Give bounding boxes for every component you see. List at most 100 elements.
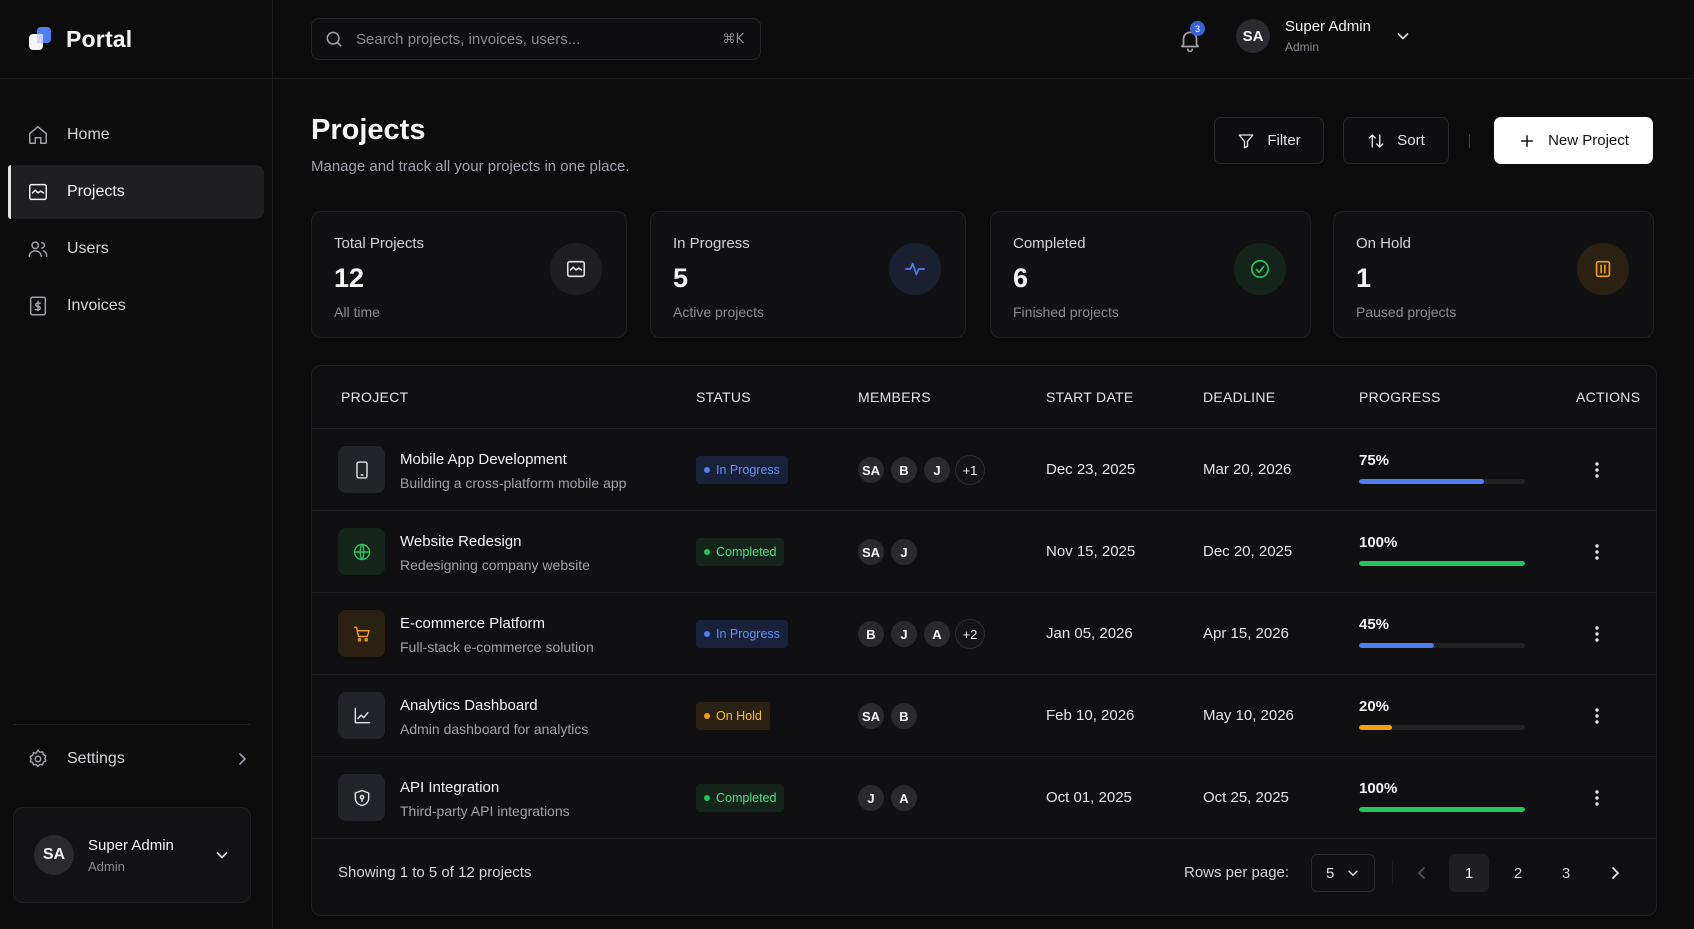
status-badge: In Progress [696, 620, 788, 648]
more-vertical-icon[interactable] [1587, 788, 1607, 808]
users-icon [28, 241, 48, 258]
new-project-button[interactable]: New Project [1494, 117, 1653, 164]
more-vertical-icon[interactable] [1587, 542, 1607, 562]
member-avatars: SA B J +1 [856, 455, 988, 485]
filter-button[interactable]: Filter [1214, 117, 1324, 164]
status-dot [704, 467, 710, 473]
sidebar: Portal Home Projects Users Invoices Sett… [0, 0, 273, 929]
sidebar-item-invoices[interactable]: Invoices [8, 279, 264, 333]
member-avatar: J [889, 537, 919, 567]
search-box[interactable]: ⌘K [311, 18, 761, 60]
chevron-left-icon [1418, 867, 1425, 879]
member-avatar: J [922, 455, 952, 485]
progress-bar [1359, 479, 1525, 484]
prev-page-button[interactable] [1402, 854, 1442, 892]
progress-bar [1359, 725, 1525, 730]
start-date: Nov 15, 2025 [1046, 543, 1136, 560]
project-icon-wrap [338, 692, 385, 739]
progress-value: 20% [1359, 698, 1390, 715]
project-desc: Redesigning company website [400, 557, 590, 573]
sidebar-item-settings[interactable]: Settings [8, 733, 250, 785]
column-header[interactable]: DEADLINE [1203, 389, 1275, 405]
search-input[interactable] [356, 30, 723, 48]
sidebar-item-users[interactable]: Users [8, 222, 264, 276]
progress-fill [1359, 561, 1525, 566]
stat-icon-wrap [1234, 243, 1286, 295]
next-page-button[interactable] [1595, 854, 1635, 892]
sidebar-divider [13, 724, 250, 725]
project-icon-wrap [338, 610, 385, 657]
stat-sub: All time [334, 304, 380, 320]
plus-icon [1521, 134, 1534, 147]
stat-card-total: Total Projects 12 All time [311, 211, 627, 338]
member-avatars: J A [856, 783, 922, 813]
status-dot [704, 631, 710, 637]
status-badge: On Hold [696, 702, 770, 730]
progress-bar [1359, 807, 1525, 812]
project-name[interactable]: E-commerce Platform [400, 615, 545, 632]
deadline: Apr 15, 2026 [1203, 625, 1289, 642]
progress-value: 75% [1359, 452, 1390, 469]
column-header[interactable]: PROJECT [341, 389, 408, 405]
table-row[interactable]: API Integration Third-party API integrat… [312, 757, 1656, 839]
member-avatar: B [889, 455, 919, 485]
project-name[interactable]: Mobile App Development [400, 451, 567, 468]
topbar: ⌘K [273, 0, 1694, 79]
stat-icon-wrap [889, 243, 941, 295]
invoice-icon [29, 296, 47, 316]
page-button-1[interactable]: 1 [1449, 854, 1489, 892]
column-header[interactable]: STATUS [696, 389, 751, 405]
rows-per-page-select[interactable]: 5 [1311, 854, 1375, 892]
project-name[interactable]: Analytics Dashboard [400, 697, 538, 714]
start-date: Dec 23, 2025 [1046, 461, 1136, 478]
sidebar-item-label: Home [67, 126, 110, 143]
user-role: Admin [1285, 40, 1320, 54]
page-button-3[interactable]: 3 [1546, 854, 1586, 892]
progress-value: 100% [1359, 534, 1398, 551]
more-vertical-icon[interactable] [1587, 460, 1607, 480]
sidebar-item-projects[interactable]: Projects [8, 165, 264, 219]
sort-button[interactable]: Sort [1343, 117, 1449, 164]
sidebar-user-menu[interactable]: SA Super Admin Admin [13, 807, 251, 903]
stat-sub: Active projects [673, 304, 765, 320]
column-header[interactable]: MEMBERS [858, 389, 931, 405]
chevron-down-icon [216, 852, 228, 859]
project-desc: Full-stack e-commerce solution [400, 639, 594, 655]
folder-icon [29, 183, 47, 201]
status-label: In Progress [716, 627, 780, 641]
column-header: ACTIONS [1576, 389, 1641, 405]
project-name[interactable]: Website Redesign [400, 533, 521, 550]
sidebar-item-label: Users [67, 240, 109, 257]
topbar-user-menu[interactable]: SA Super Admin Admin [1236, 18, 1411, 54]
status-dot [704, 549, 710, 555]
member-avatars: SA J [856, 537, 922, 567]
new-project-label: New Project [1548, 132, 1629, 149]
table-row[interactable]: Mobile App Development Building a cross-… [312, 429, 1656, 511]
table-row[interactable]: E-commerce Platform Full-stack e-commerc… [312, 593, 1656, 675]
sidebar-item-home[interactable]: Home [8, 108, 264, 162]
stat-icon-wrap [550, 243, 602, 295]
table-header: PROJECT STATUS MEMBERS START DATE DEADLI… [312, 366, 1656, 429]
search-shortcut: ⌘K [722, 31, 744, 47]
table-row[interactable]: Analytics Dashboard Admin dashboard for … [312, 675, 1656, 757]
member-avatars: SA B [856, 701, 922, 731]
more-vertical-icon[interactable] [1587, 624, 1607, 644]
start-date: Oct 01, 2025 [1046, 789, 1132, 806]
brand[interactable]: Portal [0, 0, 272, 79]
table-footer: Showing 1 to 5 of 12 projects Rows per p… [312, 835, 1656, 915]
column-header[interactable]: START DATE [1046, 389, 1134, 405]
progress-value: 45% [1359, 616, 1390, 633]
column-header[interactable]: PROGRESS [1359, 389, 1441, 405]
user-info: Super Admin Admin [88, 837, 174, 874]
chevron-down-icon [1397, 33, 1409, 40]
table-row[interactable]: Website Redesign Redesigning company web… [312, 511, 1656, 593]
brand-name: Portal [66, 25, 133, 52]
project-name[interactable]: API Integration [400, 779, 499, 796]
member-avatar: SA [856, 537, 886, 567]
page-button-2[interactable]: 2 [1498, 854, 1538, 892]
member-more-count: +2 [955, 619, 985, 649]
more-vertical-icon[interactable] [1587, 706, 1607, 726]
pagination-divider [1392, 861, 1393, 885]
toolbar-divider [1469, 134, 1470, 148]
home-icon [29, 126, 47, 144]
